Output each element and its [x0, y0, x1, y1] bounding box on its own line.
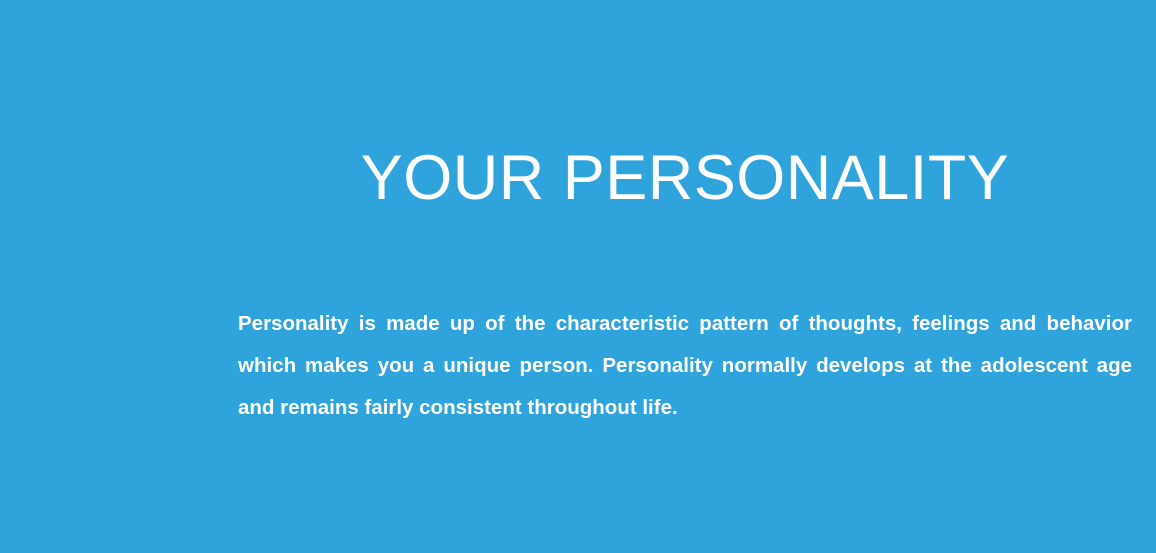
slide-title: YOUR PERSONALITY [360, 143, 1010, 213]
slide-body-text: Personality is made up of the characteri… [238, 312, 1132, 419]
slide-panel: YOUR PERSONALITY Personality is made up … [0, 0, 1156, 553]
